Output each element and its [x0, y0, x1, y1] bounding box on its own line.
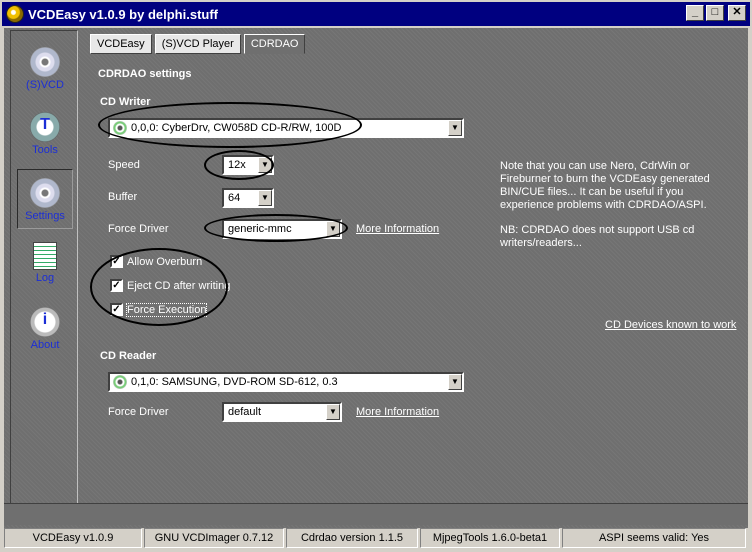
sidebar-item-label: About [30, 339, 60, 351]
status-aspi: ASPI seems valid: Yes [562, 528, 746, 548]
status-mjpegtools: MjpegTools 1.6.0-beta1 [420, 528, 560, 548]
force-driver-value: generic-mmc [228, 223, 292, 235]
allow-overburn-checkbox[interactable]: ✓ Allow Overburn [110, 255, 202, 268]
chevron-down-icon[interactable]: ▼ [448, 374, 462, 390]
sidebar-item-settings[interactable]: Settings [17, 169, 73, 229]
window-title: VCDEasy v1.0.9 by delphi.stuff [28, 6, 219, 22]
speed-label: Speed [108, 159, 140, 171]
cd-reader-select[interactable]: 0,1,0: SAMSUNG, DVD-ROM SD-612, 0.3 ▼ [108, 372, 464, 392]
sidebar-item-about[interactable]: i About [17, 299, 73, 359]
maximize-button[interactable]: □ [706, 5, 724, 21]
title-bar: VCDEasy v1.0.9 by delphi.stuff _ □ ✕ [0, 0, 752, 26]
force-driver-label: Force Driver [108, 223, 169, 235]
cd-devices-link[interactable]: CD Devices known to work [605, 319, 736, 331]
checkmark-icon: ✓ [110, 279, 123, 292]
buffer-label: Buffer [108, 191, 138, 203]
tab-cdrdao[interactable]: CDRDAO [243, 34, 306, 54]
speed-value: 12x [228, 159, 246, 171]
reader-force-driver-value: default [228, 406, 262, 418]
tab-svcd-player[interactable]: (S)VCD Player [154, 34, 241, 54]
chevron-down-icon[interactable]: ▼ [326, 404, 340, 420]
sidebar-item-label: Log [35, 272, 55, 284]
sidebar: (S)VCD T Tools Settings Log i About [10, 30, 78, 524]
info-icon: i [30, 307, 60, 337]
drive-icon [113, 375, 127, 389]
chevron-down-icon[interactable]: ▼ [326, 221, 340, 237]
cd-icon [30, 47, 60, 77]
reader-more-information-link[interactable]: More Information [356, 406, 439, 418]
speed-select[interactable]: 12x ▼ [222, 155, 274, 175]
cd-reader-value: 0,1,0: SAMSUNG, DVD-ROM SD-612, 0.3 [131, 376, 338, 388]
sidebar-item-label: (S)VCD [26, 79, 64, 91]
log-icon [33, 242, 57, 270]
app-icon [6, 5, 24, 23]
checkmark-icon: ✓ [110, 303, 123, 316]
reader-force-driver-label: Force Driver [108, 406, 169, 418]
tab-vcdeasy[interactable]: VCDEasy [90, 34, 152, 54]
page-title: CDRDAO settings [98, 68, 192, 80]
sidebar-item-tools[interactable]: T Tools [17, 104, 73, 164]
sidebar-item-log[interactable]: Log [17, 234, 73, 294]
checkmark-icon: ✓ [110, 255, 123, 268]
status-cdrdao: Cdrdao version 1.1.5 [286, 528, 418, 548]
reader-force-driver-select[interactable]: default ▼ [222, 402, 342, 422]
buffer-select[interactable]: 64 ▼ [222, 188, 274, 208]
window-controls: _ □ ✕ [686, 5, 746, 21]
minimize-button[interactable]: _ [686, 5, 704, 21]
bottom-strip [4, 503, 748, 525]
chevron-down-icon[interactable]: ▼ [258, 157, 272, 173]
chevron-down-icon[interactable]: ▼ [448, 120, 462, 136]
force-execution-checkbox[interactable]: ✓ Force Execution [110, 302, 208, 317]
cd-writer-value: 0,0,0: CyberDrv, CW058D CD-R/RW, 100D [131, 122, 342, 134]
force-execution-label: Force Execution [125, 302, 208, 317]
more-information-link[interactable]: More Information [356, 223, 439, 235]
sidebar-item-label: Settings [25, 210, 65, 222]
status-vcdimager: GNU VCDImager 0.7.12 [144, 528, 284, 548]
cd-writer-header: CD Writer [100, 96, 151, 108]
tools-icon: T [30, 112, 60, 142]
status-bar: VCDEasy v1.0.9 GNU VCDImager 0.7.12 Cdrd… [4, 528, 748, 548]
sidebar-item-label: Tools [32, 144, 58, 156]
client-area: (S)VCD T Tools Settings Log i About VCDE… [4, 28, 748, 548]
usb-note: NB: CDRDAO does not support USB cd write… [500, 224, 695, 249]
buffer-value: 64 [228, 192, 241, 204]
drive-icon [113, 121, 127, 135]
cd-writer-select[interactable]: 0,0,0: CyberDrv, CW058D CD-R/RW, 100D ▼ [108, 118, 464, 138]
info-note: Note that you can use Nero, CdrWin or Fi… [500, 160, 710, 211]
allow-overburn-label: Allow Overburn [127, 255, 203, 268]
cd-settings-icon [30, 178, 60, 208]
eject-cd-checkbox[interactable]: ✓ Eject CD after writing [110, 279, 230, 292]
close-button[interactable]: ✕ [728, 5, 746, 21]
sidebar-item-svcd[interactable]: (S)VCD [17, 39, 73, 99]
cd-reader-header: CD Reader [100, 350, 157, 362]
chevron-down-icon[interactable]: ▼ [258, 190, 272, 206]
tab-bar: VCDEasy (S)VCD Player CDRDAO [90, 34, 306, 54]
force-driver-select[interactable]: generic-mmc ▼ [222, 219, 342, 239]
eject-cd-label: Eject CD after writing [127, 279, 231, 292]
status-version: VCDEasy v1.0.9 [4, 528, 142, 548]
